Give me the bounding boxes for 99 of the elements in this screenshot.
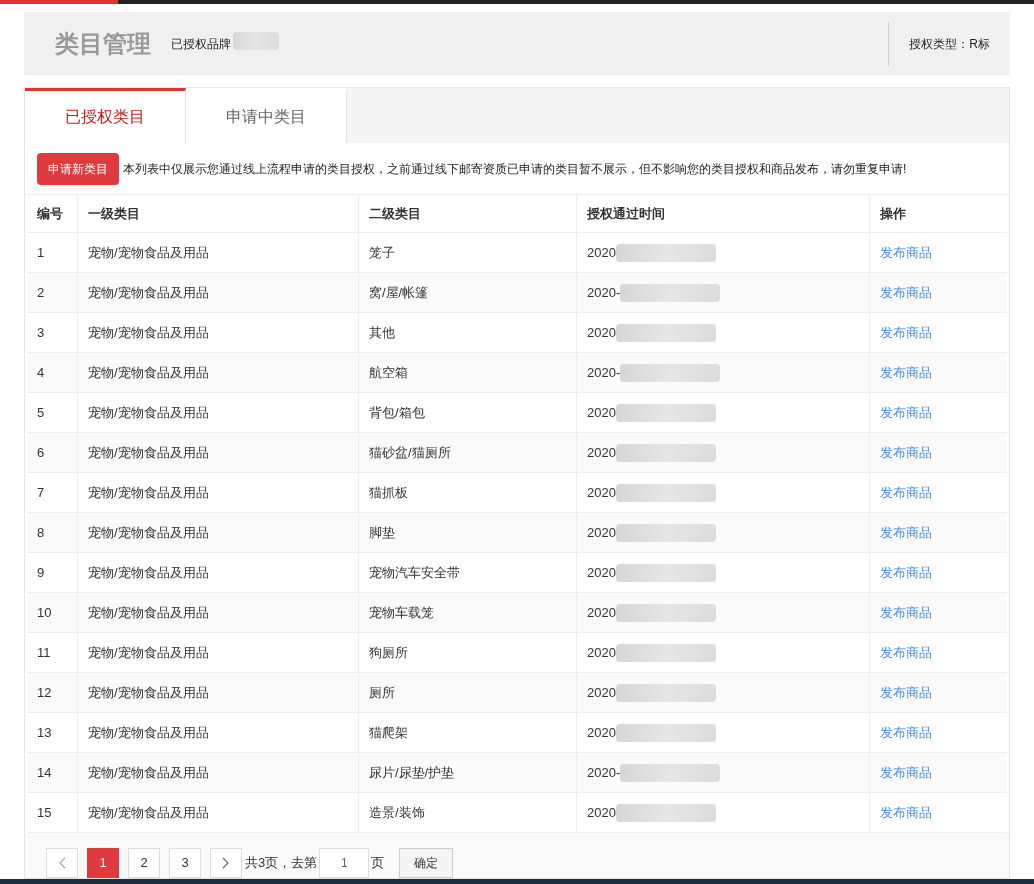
publish-product-link[interactable]: 发布商品 <box>880 802 932 823</box>
publish-product-link[interactable]: 发布商品 <box>880 442 932 463</box>
confirm-button[interactable]: 确定 <box>399 848 454 878</box>
tab[interactable]: 已授权类目 <box>25 88 186 143</box>
publish-product-link[interactable]: 发布商品 <box>880 482 932 503</box>
column-header: 授权通过时间 <box>587 204 665 223</box>
table-cell-text: 宠物/宠物食品及用品 <box>88 723 209 742</box>
page-button[interactable]: 1 <box>87 848 119 878</box>
publish-product-link[interactable]: 发布商品 <box>880 682 932 703</box>
brand-label: 已授权品牌 <box>171 35 231 53</box>
column-header: 二级类目 <box>369 204 421 223</box>
table-cell-text: 宠物/宠物食品及用品 <box>88 523 209 542</box>
table-cell-text: 8 <box>37 523 45 542</box>
table-cell-text: 宠物/宠物食品及用品 <box>88 683 209 702</box>
chevron-left-icon <box>58 857 66 869</box>
table-cell-text: 窝/屋/帐篷 <box>369 283 429 302</box>
table-cell-text: 脚垫 <box>369 523 395 542</box>
publish-product-link[interactable]: 发布商品 <box>880 562 932 583</box>
table-cell-text: 宠物/宠物食品及用品 <box>88 243 209 262</box>
table-cell-text: 猫爬架 <box>369 723 408 742</box>
table-cell-text: 6 <box>37 443 45 462</box>
table-cell-text: 狗厕所 <box>369 643 408 662</box>
table-cell-text: 猫抓板 <box>369 483 408 502</box>
total-pages-text: 共3页，去第 <box>245 854 318 873</box>
table-cell-text: 宠物/宠物食品及用品 <box>88 483 209 502</box>
table-cell-text: 猫砂盆/猫厕所 <box>369 443 451 462</box>
publish-product-link[interactable]: 发布商品 <box>880 522 932 543</box>
page-suffix-text: 页 <box>371 854 385 873</box>
table-cell-text: 7 <box>37 483 45 502</box>
table-cell-text: 2020- <box>587 763 621 782</box>
table-cell-text: 宠物/宠物食品及用品 <box>88 363 209 382</box>
next-page-button[interactable] <box>210 848 242 878</box>
publish-product-link[interactable]: 发布商品 <box>880 282 932 303</box>
column-header: 操作 <box>880 204 906 223</box>
table-cell-text: 笼子 <box>369 243 395 262</box>
chevron-right-icon <box>222 857 230 869</box>
table-cell-text: 其他 <box>369 323 395 342</box>
table-cell-text: 2020 <box>587 723 616 742</box>
table-cell-text: 宠物车载笼 <box>369 603 434 622</box>
table-cell-text: 尿片/尿垫/护垫 <box>369 763 455 782</box>
publish-product-link[interactable]: 发布商品 <box>880 322 932 343</box>
table-cell-text: 15 <box>37 803 52 822</box>
publish-product-link[interactable]: 发布商品 <box>880 722 932 743</box>
table-cell-text: 厕所 <box>369 683 395 702</box>
table-cell-text: 宠物/宠物食品及用品 <box>88 803 209 822</box>
publish-product-link[interactable]: 发布商品 <box>880 402 932 423</box>
blurred-redaction <box>233 31 279 50</box>
column-header: 编号 <box>37 204 63 223</box>
table-cell-text: 2020- <box>587 363 621 382</box>
table-cell-text: 14 <box>37 763 52 782</box>
page-input[interactable]: 1 <box>319 848 370 878</box>
table-cell-text: 9 <box>37 563 45 582</box>
previous-page-button[interactable] <box>46 848 78 878</box>
tab[interactable]: 申请中类目 <box>186 88 347 143</box>
column-header: 一级类目 <box>88 204 140 223</box>
table-cell-text: 2020 <box>587 563 616 582</box>
table-cell-text: 10 <box>37 603 52 622</box>
table-cell-text: 4 <box>37 363 45 382</box>
apply-new-category-button[interactable]: 申请新类目 <box>37 152 119 185</box>
page-title: 类目管理 <box>55 28 151 59</box>
publish-product-link[interactable]: 发布商品 <box>880 362 932 383</box>
publish-product-link[interactable]: 发布商品 <box>880 762 932 783</box>
table-cell-text: 2020 <box>587 803 616 822</box>
table-cell-text: 宠物/宠物食品及用品 <box>88 323 209 342</box>
table-cell-text: 宠物/宠物食品及用品 <box>88 283 209 302</box>
table-cell-text: 3 <box>37 323 45 342</box>
table-cell-text: 航空箱 <box>369 363 408 382</box>
table-cell-text: 2020 <box>587 603 616 622</box>
table-cell-text: 11 <box>37 643 51 662</box>
table-cell-text: 宠物/宠物食品及用品 <box>88 443 209 462</box>
table-cell-text: 1 <box>37 243 45 262</box>
table-cell-text: 2020 <box>587 243 616 262</box>
table-cell-text: 5 <box>37 403 45 422</box>
page-button[interactable]: 3 <box>169 848 201 878</box>
table-cell-text: 宠物/宠物食品及用品 <box>88 643 209 662</box>
table-cell-text: 2020 <box>587 403 616 422</box>
table-cell-text: 13 <box>37 723 52 742</box>
table-cell-text: 2 <box>37 283 45 302</box>
table-cell-text: 宠物汽车安全带 <box>369 563 460 582</box>
table-cell-text: 2020 <box>587 323 616 342</box>
table-cell-text: 宠物/宠物食品及用品 <box>88 563 209 582</box>
table-cell-text: 造景/装饰 <box>369 803 425 822</box>
table-cell-text: 背包/箱包 <box>369 403 425 422</box>
table-cell-text: 2020 <box>587 523 616 542</box>
page-button[interactable]: 2 <box>128 848 160 878</box>
table-cell-text: 2020- <box>587 283 621 302</box>
publish-product-link[interactable]: 发布商品 <box>880 602 932 623</box>
table-cell-text: 宠物/宠物食品及用品 <box>88 763 209 782</box>
publish-product-link[interactable]: 发布商品 <box>880 242 932 263</box>
table-cell-text: 2020 <box>587 443 616 462</box>
auth-type-label: 授权类型：R标 <box>909 35 990 53</box>
publish-product-link[interactable]: 发布商品 <box>880 642 932 663</box>
table-cell-text: 2020 <box>587 483 616 502</box>
table-cell-text: 12 <box>37 683 52 702</box>
table-cell-text: 2020 <box>587 643 616 662</box>
table-cell-text: 宠物/宠物食品及用品 <box>88 403 209 422</box>
table-cell-text: 宠物/宠物食品及用品 <box>88 603 209 622</box>
notice-text: 本列表中仅展示您通过线上流程申请的类目授权，之前通过线下邮寄资质已申请的类目暂不展示，但不影响您的类目授权和商品发布，请勿重复申请! <box>123 160 907 178</box>
table-cell-text: 2020 <box>587 683 616 702</box>
